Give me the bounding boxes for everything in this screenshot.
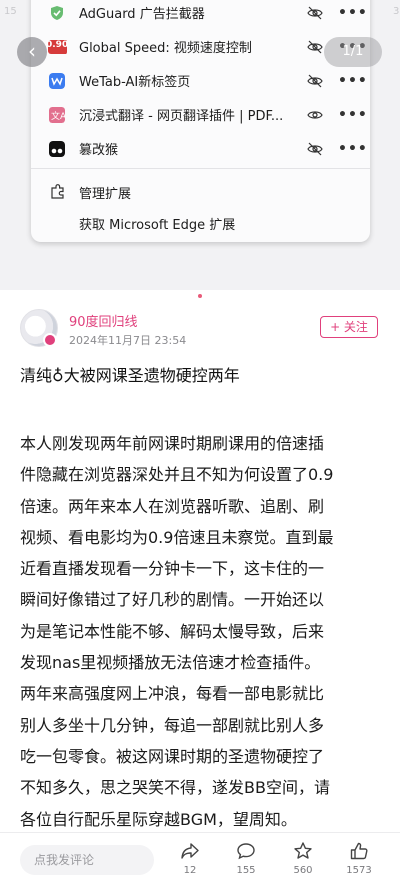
verified-badge-icon: [43, 333, 57, 347]
body-line: 近看直播发现看一分钟卡一下，这卡住的一: [20, 559, 325, 579]
puzzle-icon: [51, 184, 64, 199]
extensions-panel: AdGuard 广告拦截器 ••• 0.90 Global Speed: 视频速…: [31, 0, 370, 242]
like-count: 1573: [346, 865, 372, 876]
more-options-icon[interactable]: •••: [338, 73, 368, 89]
comment-icon: [237, 843, 255, 860]
bottom-action-bar: 点我发评论 12 155 560 1573: [0, 832, 400, 888]
ghost-text: 15: [4, 6, 17, 17]
hidden-eye-icon[interactable]: [306, 140, 324, 158]
eye-icon[interactable]: [306, 106, 324, 124]
extension-row-wetab[interactable]: WeTab-AI新标签页 •••: [31, 64, 370, 97]
chevron-left-icon: ‹: [28, 39, 36, 63]
hidden-eye-icon[interactable]: [306, 38, 324, 56]
ghost-text: 3: [393, 6, 400, 17]
post-date: 2024年11月7日 23:54: [69, 334, 187, 347]
body-line: 件隐藏在浏览器深处并且不知为何设置了0.9: [20, 465, 334, 485]
svg-text:文A: 文A: [51, 110, 65, 122]
body-line: 不知多久，思之哭笑不得，遂发BB空间，请: [20, 778, 330, 798]
extension-name: 篡改猴: [79, 143, 119, 158]
more-options-icon[interactable]: •••: [338, 107, 368, 123]
manage-extensions-item[interactable]: 管理扩展: [31, 176, 370, 206]
star-icon: [294, 842, 312, 859]
extension-name: WeTab-AI新标签页: [79, 75, 191, 90]
adguard-shield-icon: [51, 5, 63, 20]
follow-button[interactable]: + 关注: [320, 316, 378, 338]
post-title: 清纯♁大被网课圣遗物硬控两年: [20, 366, 240, 385]
body-line: 为是笔记本性能不够、解码太慢导致，后来: [20, 621, 325, 641]
extension-row-immersive-translate[interactable]: 文A 沉浸式翻译 - 网页翻译插件 | PDF... •••: [31, 98, 370, 131]
translate-icon: 文A: [49, 106, 65, 123]
speed-badge-value: 0.90: [46, 40, 69, 50]
share-button[interactable]: 12: [172, 841, 208, 885]
body-line: 吃一包零食。被这网课时期的圣遗物硬控了: [20, 746, 325, 766]
share-icon: [181, 843, 199, 859]
body-line: 各位自行配乐星际穿越BGM，望周知。: [20, 809, 297, 829]
tampermonkey-icon: [49, 140, 65, 157]
extension-row-adguard[interactable]: AdGuard 广告拦截器 •••: [31, 0, 370, 29]
star-count: 560: [293, 865, 313, 876]
comment-button[interactable]: 155: [228, 841, 264, 885]
like-button[interactable]: 1573: [341, 841, 377, 885]
body-line: 倍速。两年来本人在浏览器听歌、追剧、刷: [20, 496, 325, 516]
body-line: 瞬间好像错过了好几秒的剧情。一开始还以: [20, 590, 325, 610]
carousel-dot: [198, 294, 202, 298]
get-extensions-link[interactable]: 获取 Microsoft Edge 扩展: [79, 214, 235, 233]
manage-extensions-label: 管理扩展: [79, 187, 132, 202]
body-line: 视频、看电影均为0.9倍速且未察觉。直到最: [20, 527, 334, 547]
comment-count: 155: [236, 865, 256, 876]
body-line: 别人多坐十几分钟，每追一部剧就比别人多: [20, 715, 325, 735]
share-count: 12: [183, 865, 197, 876]
extension-name: Global Speed: 视频速度控制: [79, 41, 252, 56]
extension-row-global-speed[interactable]: 0.90 Global Speed: 视频速度控制 •••: [31, 30, 370, 63]
thumbs-up-icon: [350, 842, 368, 860]
more-options-icon[interactable]: •••: [338, 5, 368, 21]
extension-name: 沉浸式翻译 - 网页翻译插件 | PDF...: [79, 109, 284, 124]
post-body: 本人刚发现两年前网课时期刷课用的倍速插 件隐藏在浏览器深处并且不知为何设置了0.…: [20, 428, 382, 835]
author-name[interactable]: 90度回归线: [69, 311, 138, 330]
embedded-screenshot: 15 3 AdGuard 广告拦截器 ••• 0.90 Global Speed…: [0, 0, 400, 290]
extension-name: AdGuard 广告拦截器: [79, 7, 205, 22]
comment-input[interactable]: 点我发评论: [20, 845, 154, 875]
extension-row-tampermonkey[interactable]: 篡改猴 •••: [31, 132, 370, 165]
body-line: 两年来高强度网上冲浪，每看一部电影就比: [20, 684, 325, 704]
wetab-icon: [49, 72, 65, 89]
body-line: 发现nas里视频播放无法倍速才检查插件。: [20, 653, 321, 673]
favorite-button[interactable]: 560: [285, 841, 321, 885]
hidden-eye-icon[interactable]: [306, 4, 324, 22]
body-line: 本人刚发现两年前网课时期刷课用的倍速插: [20, 434, 325, 453]
panel-divider: [31, 168, 370, 169]
back-button[interactable]: ‹: [17, 37, 47, 67]
more-options-icon[interactable]: •••: [338, 141, 368, 157]
hidden-eye-icon[interactable]: [306, 72, 324, 90]
page-indicator: 1/1: [324, 37, 382, 67]
